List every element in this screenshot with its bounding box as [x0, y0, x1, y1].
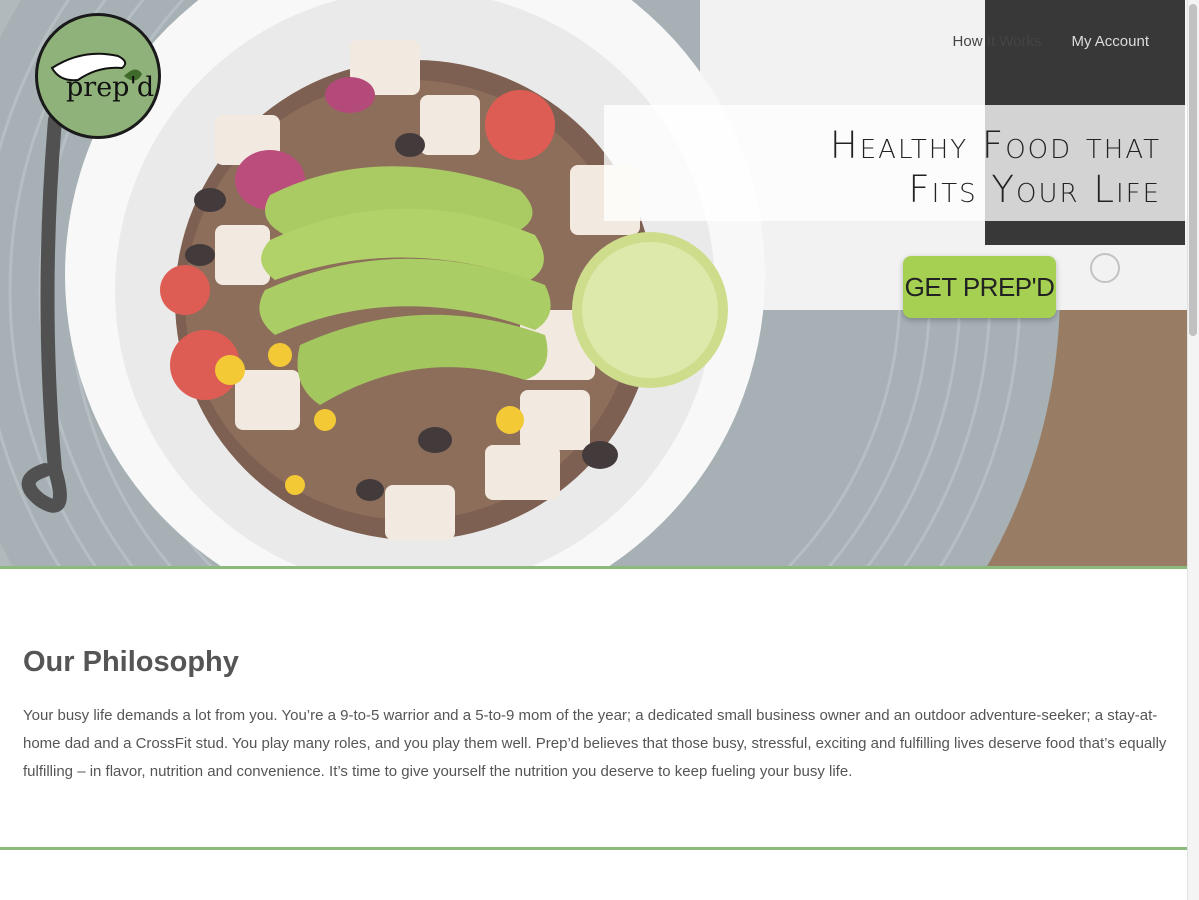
prepd-logo[interactable]: prep'd	[35, 13, 161, 139]
logo-text: prep'd	[66, 72, 155, 103]
philosophy-heading: Our Philosophy	[23, 646, 239, 678]
philosophy-section: Our Philosophy Your busy life demands a …	[23, 646, 1168, 786]
nav-my-account[interactable]: My Account	[1071, 33, 1149, 50]
section-divider-top	[0, 566, 1187, 569]
hero-banner: prep'd How It Works My Account Healthy F…	[0, 0, 1187, 566]
tagline-line-2: Fits Your Life	[908, 168, 1161, 211]
hero-tagline: Healthy Food that Fits Your Life	[830, 124, 1161, 212]
philosophy-body: Your busy life demands a lot from you. Y…	[23, 707, 1167, 780]
tagline-line-1: Healthy Food that	[829, 124, 1161, 167]
nav-how-it-works[interactable]: How It Works	[953, 33, 1042, 50]
top-nav: How It Works My Account	[953, 33, 1149, 50]
scrollbar-thumb[interactable]	[1189, 4, 1197, 336]
get-prepd-button[interactable]: GET PREP'D	[903, 256, 1056, 318]
page-scrollbar[interactable]	[1187, 0, 1199, 900]
section-divider-bottom	[0, 847, 1187, 850]
